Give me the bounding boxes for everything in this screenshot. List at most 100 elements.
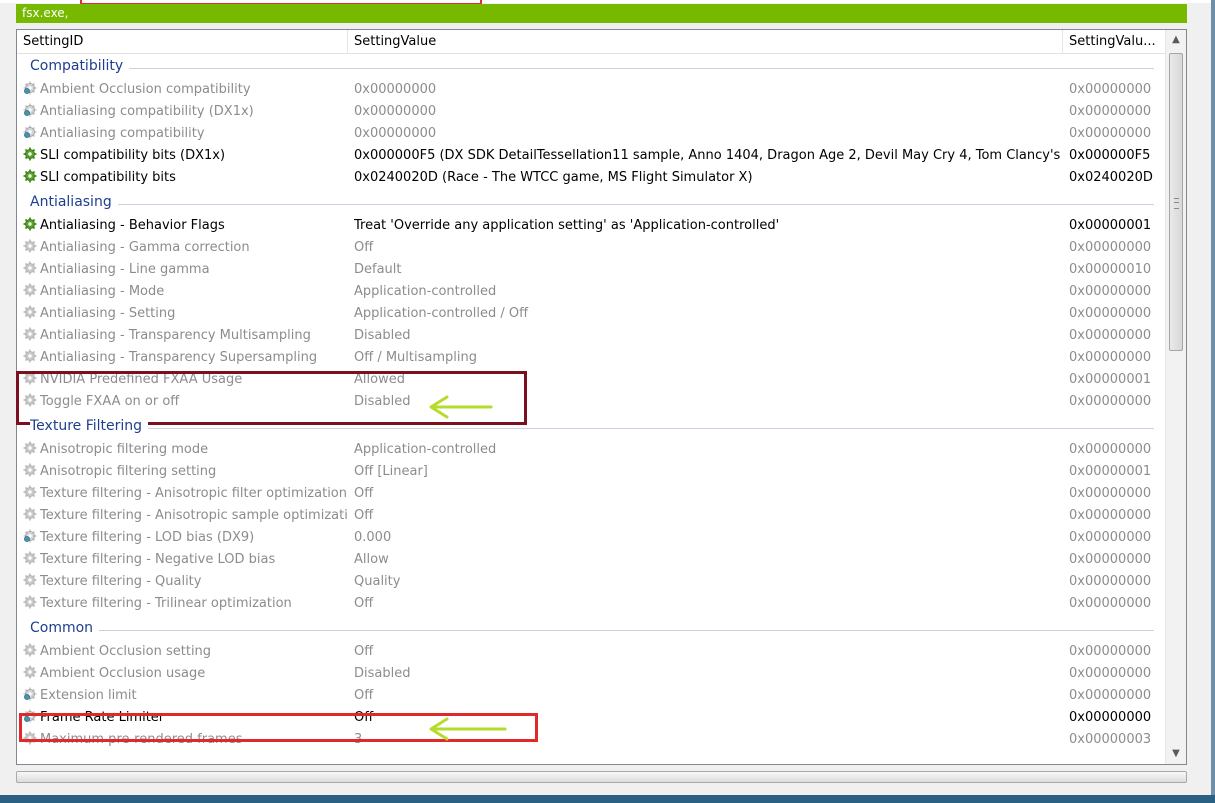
setting-value[interactable]: Off (354, 641, 1060, 663)
setting-row[interactable]: Antialiasing compatibility (DX1x) 0x00000… (17, 101, 1166, 123)
setting-value[interactable]: Off [Linear] (354, 461, 1060, 483)
setting-id-cell: Texture filtering - Anisotropic sample o… (23, 505, 348, 527)
process-bar: fsx.exe, (16, 4, 1187, 23)
gear-globe-icon (23, 81, 37, 95)
setting-row[interactable]: Anisotropic filtering setting Off [Linear… (17, 461, 1166, 483)
setting-id-cell: Extension limit (23, 685, 348, 707)
setting-value[interactable]: 0.000 (354, 527, 1060, 549)
window-bottom-edge (0, 795, 1215, 803)
gear-grey-icon (23, 485, 37, 499)
setting-row[interactable]: Anisotropic filtering mode Application-co… (17, 439, 1166, 461)
setting-row[interactable]: Texture filtering - Trilinear optimizati… (17, 593, 1166, 615)
setting-value[interactable]: Off / Multisampling (354, 347, 1060, 369)
setting-row[interactable]: Antialiasing compatibility 0x00000000 0x00… (17, 123, 1166, 145)
setting-id: SLI compatibility bits (40, 170, 176, 185)
process-label: fsx.exe, (22, 6, 69, 20)
setting-value-hex: 0x00000000 (1069, 442, 1152, 457)
column-header-setting-value-hex[interactable]: SettingValu... (1063, 30, 1166, 53)
setting-row[interactable]: Texture filtering - Anisotropic filter o… (17, 483, 1166, 505)
setting-value-hex: 0x00000000 (1069, 328, 1152, 343)
setting-id-cell: Texture filtering - Anisotropic filter o… (23, 483, 348, 505)
setting-row[interactable]: Antialiasing - Behavior Flags Treat 'Over… (17, 215, 1166, 237)
setting-row[interactable]: Antialiasing - Setting Application-contro… (17, 303, 1166, 325)
setting-row[interactable]: Antialiasing - Transparency Multisamplin… (17, 325, 1166, 347)
setting-id-cell: Anisotropic filtering setting (23, 461, 348, 483)
setting-value[interactable]: Application-controlled (354, 281, 1060, 303)
setting-id: Anisotropic filtering mode (40, 442, 209, 457)
horizontal-scrollbar[interactable] (16, 771, 1187, 783)
setting-id: Texture filtering - LOD bias (DX9) (40, 530, 255, 545)
setting-value-hex: 0x00000000 (1069, 350, 1152, 365)
setting-id-cell: Antialiasing - Mode (23, 281, 348, 303)
setting-id-cell: SLI compatibility bits (23, 167, 348, 189)
setting-value[interactable]: Disabled (354, 325, 1060, 347)
column-header-setting-id[interactable]: SettingID (17, 30, 348, 53)
gear-grey-icon (23, 261, 37, 275)
setting-row[interactable]: Antialiasing - Transparency Supersamplin… (17, 347, 1166, 369)
scroll-down-arrow-icon[interactable]: ▼ (1166, 744, 1186, 764)
setting-value-hex: 0x00000000 (1069, 240, 1152, 255)
setting-row[interactable]: SLI compatibility bits 0x0240020D (Race -… (17, 167, 1166, 189)
setting-id-cell: Texture filtering - Quality (23, 571, 348, 593)
setting-value[interactable]: Application-controlled / Off (354, 303, 1060, 325)
gear-grey-icon (23, 643, 37, 657)
gear-green-icon (23, 217, 37, 231)
setting-row[interactable]: Extension limit Off 0x00000000 (17, 685, 1166, 707)
setting-row[interactable]: Texture filtering - LOD bias (DX9) 0.000 0… (17, 527, 1166, 549)
setting-row[interactable]: Ambient Occlusion setting Off 0x00000000 (17, 641, 1166, 663)
scroll-thumb[interactable] (1169, 53, 1183, 351)
setting-value[interactable]: Default (354, 259, 1060, 281)
setting-value-hex: 0x00000000 (1069, 710, 1152, 725)
setting-row[interactable]: Texture filtering - Anisotropic sample o… (17, 505, 1166, 527)
setting-id-cell: Antialiasing - Gamma correction (23, 237, 348, 259)
setting-value[interactable]: 0x00000000 (354, 79, 1060, 101)
setting-row[interactable]: Antialiasing - Gamma correction Off 0x0000… (17, 237, 1166, 259)
setting-row[interactable]: Ambient Occlusion compatibility 0x0000000… (17, 79, 1166, 101)
setting-value[interactable]: 0x00000000 (354, 123, 1060, 145)
setting-row[interactable]: Ambient Occlusion usage Disabled 0x0000000… (17, 663, 1166, 685)
setting-value[interactable]: Treat 'Override any application setting'… (354, 215, 1060, 237)
setting-value-hex: 0x00000001 (1069, 218, 1152, 233)
setting-value[interactable]: Allow (354, 549, 1060, 571)
setting-value[interactable]: 0x0240020D (Race - The WTCC game, MS Fli… (354, 167, 1060, 189)
setting-id: Extension limit (40, 688, 137, 703)
setting-value[interactable]: Disabled (354, 663, 1060, 685)
setting-row[interactable]: Texture filtering - Quality Quality 0x0000… (17, 571, 1166, 593)
gear-grey-icon (23, 349, 37, 363)
gear-green-icon (23, 147, 37, 161)
setting-value[interactable]: Off (354, 237, 1060, 259)
group-label: Common (30, 620, 100, 636)
setting-value[interactable]: Off (354, 483, 1060, 505)
setting-id: Antialiasing - Setting (40, 306, 176, 321)
scroll-up-arrow-icon[interactable]: ▲ (1166, 30, 1186, 50)
setting-value[interactable]: Off (354, 593, 1060, 615)
setting-value[interactable]: 0x000000F5 (DX SDK DetailTessellation11 … (354, 145, 1060, 167)
gear-globe-icon (23, 529, 37, 543)
setting-value-hex: 0x00000000 (1069, 486, 1152, 501)
setting-value[interactable]: 0x00000000 (354, 101, 1060, 123)
setting-value-hex: 0x0240020D (1069, 170, 1153, 185)
setting-value-hex: 0x00000000 (1069, 306, 1152, 321)
setting-value[interactable]: Application-controlled (354, 439, 1060, 461)
setting-row[interactable]: Antialiasing - Mode Application-controlle… (17, 281, 1166, 303)
gear-grey-icon (23, 305, 37, 319)
group-header: Antialiasing (17, 189, 1166, 215)
setting-value-hex: 0x00000000 (1069, 394, 1152, 409)
setting-row[interactable]: Antialiasing - Line gamma Default 0x000000… (17, 259, 1166, 281)
setting-id: Antialiasing - Transparency Multisamplin… (40, 328, 311, 343)
setting-value[interactable]: Off (354, 685, 1060, 707)
setting-row[interactable]: SLI compatibility bits (DX1x) 0x000000F5 … (17, 145, 1166, 167)
group-divider (30, 630, 1154, 631)
setting-value[interactable]: Off (354, 505, 1060, 527)
group-divider (30, 428, 1154, 429)
gear-green-icon (23, 169, 37, 183)
setting-row[interactable]: Texture filtering - Negative LOD bias All… (17, 549, 1166, 571)
setting-value[interactable]: Quality (354, 571, 1060, 593)
setting-id: Antialiasing - Mode (40, 284, 165, 299)
column-header-setting-value[interactable]: SettingValue (348, 30, 1063, 53)
vertical-scrollbar[interactable]: ▲ ▼ (1165, 30, 1186, 764)
gear-grey-icon (23, 595, 37, 609)
group-header: Compatibility (17, 53, 1166, 79)
group-label: Antialiasing (30, 194, 118, 210)
setting-value-hex: 0x00000001 (1069, 372, 1152, 387)
